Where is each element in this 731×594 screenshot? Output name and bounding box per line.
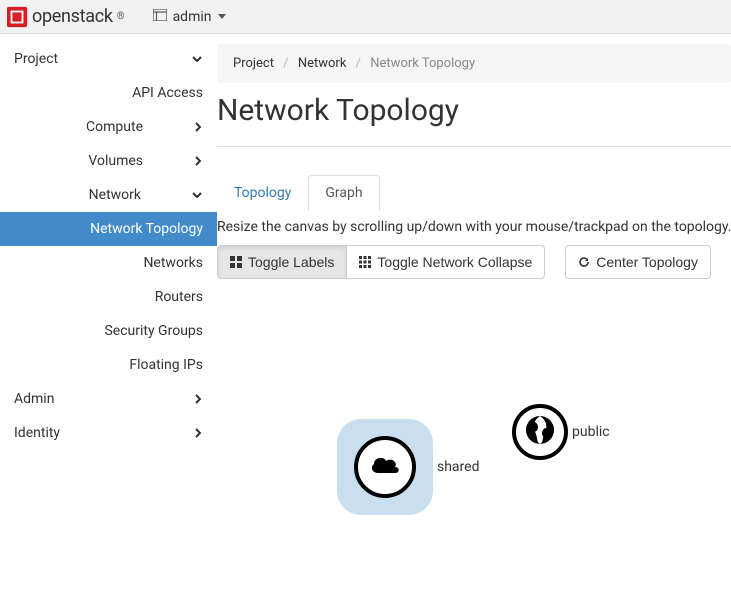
chevron-right-icon <box>193 427 203 439</box>
sidebar-label: Routers <box>155 289 203 305</box>
toggle-labels-button[interactable]: Toggle Labels <box>217 245 347 279</box>
topbar: openstack ® admin <box>0 0 731 34</box>
sidebar: Project API Access Compute Volumes Netwo… <box>0 34 217 594</box>
main-content: Project / Network / Network Topology Net… <box>217 34 731 594</box>
sidebar-item-api-access[interactable]: API Access <box>0 76 217 110</box>
sidebar-item-network-topology[interactable]: Network Topology <box>0 212 217 246</box>
sidebar-label: Admin <box>14 391 54 407</box>
sidebar-item-routers[interactable]: Routers <box>0 280 217 314</box>
brand-logo[interactable]: openstack ® <box>6 6 125 28</box>
breadcrumb: Project / Network / Network Topology <box>217 44 731 83</box>
sidebar-item-network[interactable]: Network <box>0 178 217 212</box>
node-halo <box>512 404 568 460</box>
globe-icon <box>523 413 557 451</box>
grid-icon <box>230 256 242 268</box>
chevron-down-icon <box>191 53 203 65</box>
brand-text: openstack <box>32 6 113 27</box>
sidebar-label: Identity <box>14 425 60 441</box>
user-menu[interactable]: admin <box>153 9 226 25</box>
node-circle <box>354 436 416 498</box>
sidebar-item-admin[interactable]: Admin <box>0 382 217 416</box>
sidebar-item-networks[interactable]: Networks <box>0 246 217 280</box>
topology-canvas[interactable]: shared public <box>217 319 731 559</box>
button-label: Toggle Network Collapse <box>377 254 532 270</box>
sidebar-label: Floating IPs <box>129 357 203 373</box>
sidebar-item-project[interactable]: Project <box>0 42 217 76</box>
grid-dense-icon <box>359 256 371 268</box>
context-icon <box>153 9 167 25</box>
node-label: public <box>572 424 610 440</box>
sidebar-item-security-groups[interactable]: Security Groups <box>0 314 217 348</box>
tab-graph[interactable]: Graph <box>308 175 379 211</box>
button-label: Toggle Labels <box>248 254 334 270</box>
divider <box>217 146 731 147</box>
chevron-down-icon <box>191 189 203 201</box>
network-node-public[interactable]: public <box>512 404 610 460</box>
chevron-right-icon <box>193 155 203 167</box>
breadcrumb-item[interactable]: Project <box>233 56 274 71</box>
toolbar: Toggle Labels Toggle Network Collapse Ce… <box>217 245 731 279</box>
toggle-collapse-button[interactable]: Toggle Network Collapse <box>347 245 545 279</box>
sidebar-label: Security Groups <box>104 323 203 339</box>
breadcrumb-sep: / <box>356 56 361 71</box>
sidebar-label: Compute <box>10 119 143 135</box>
sidebar-item-identity[interactable]: Identity <box>0 416 217 450</box>
button-label: Center Topology <box>596 254 698 270</box>
refresh-icon <box>578 256 590 268</box>
page-title: Network Topology <box>217 93 731 128</box>
sidebar-item-floating-ips[interactable]: Floating IPs <box>0 348 217 382</box>
sidebar-label: Volumes <box>10 153 143 169</box>
network-node-shared[interactable]: shared <box>337 419 480 515</box>
center-topology-button[interactable]: Center Topology <box>565 245 711 279</box>
openstack-icon <box>6 6 28 28</box>
node-label: shared <box>437 459 480 475</box>
tab-topology[interactable]: Topology <box>217 175 308 211</box>
sidebar-item-volumes[interactable]: Volumes <box>0 144 217 178</box>
sidebar-label: Project <box>14 51 58 67</box>
chevron-right-icon <box>193 121 203 133</box>
breadcrumb-item-current: Network Topology <box>370 56 475 71</box>
help-text: Resize the canvas by scrolling up/down w… <box>217 219 731 235</box>
sidebar-label: API Access <box>132 85 203 101</box>
node-halo <box>337 419 433 515</box>
sidebar-label: Network Topology <box>90 221 203 237</box>
tabs: Topology Graph <box>217 175 731 211</box>
breadcrumb-sep: / <box>283 56 288 71</box>
sidebar-item-compute[interactable]: Compute <box>0 110 217 144</box>
breadcrumb-item[interactable]: Network <box>298 56 347 71</box>
sidebar-label: Network <box>10 187 141 203</box>
chevron-right-icon <box>193 393 203 405</box>
cloud-icon <box>368 453 402 481</box>
node-circle <box>512 404 568 460</box>
sidebar-label: Networks <box>143 255 203 271</box>
caret-down-icon <box>218 14 226 19</box>
trademark: ® <box>117 11 125 22</box>
user-name: admin <box>173 9 212 25</box>
